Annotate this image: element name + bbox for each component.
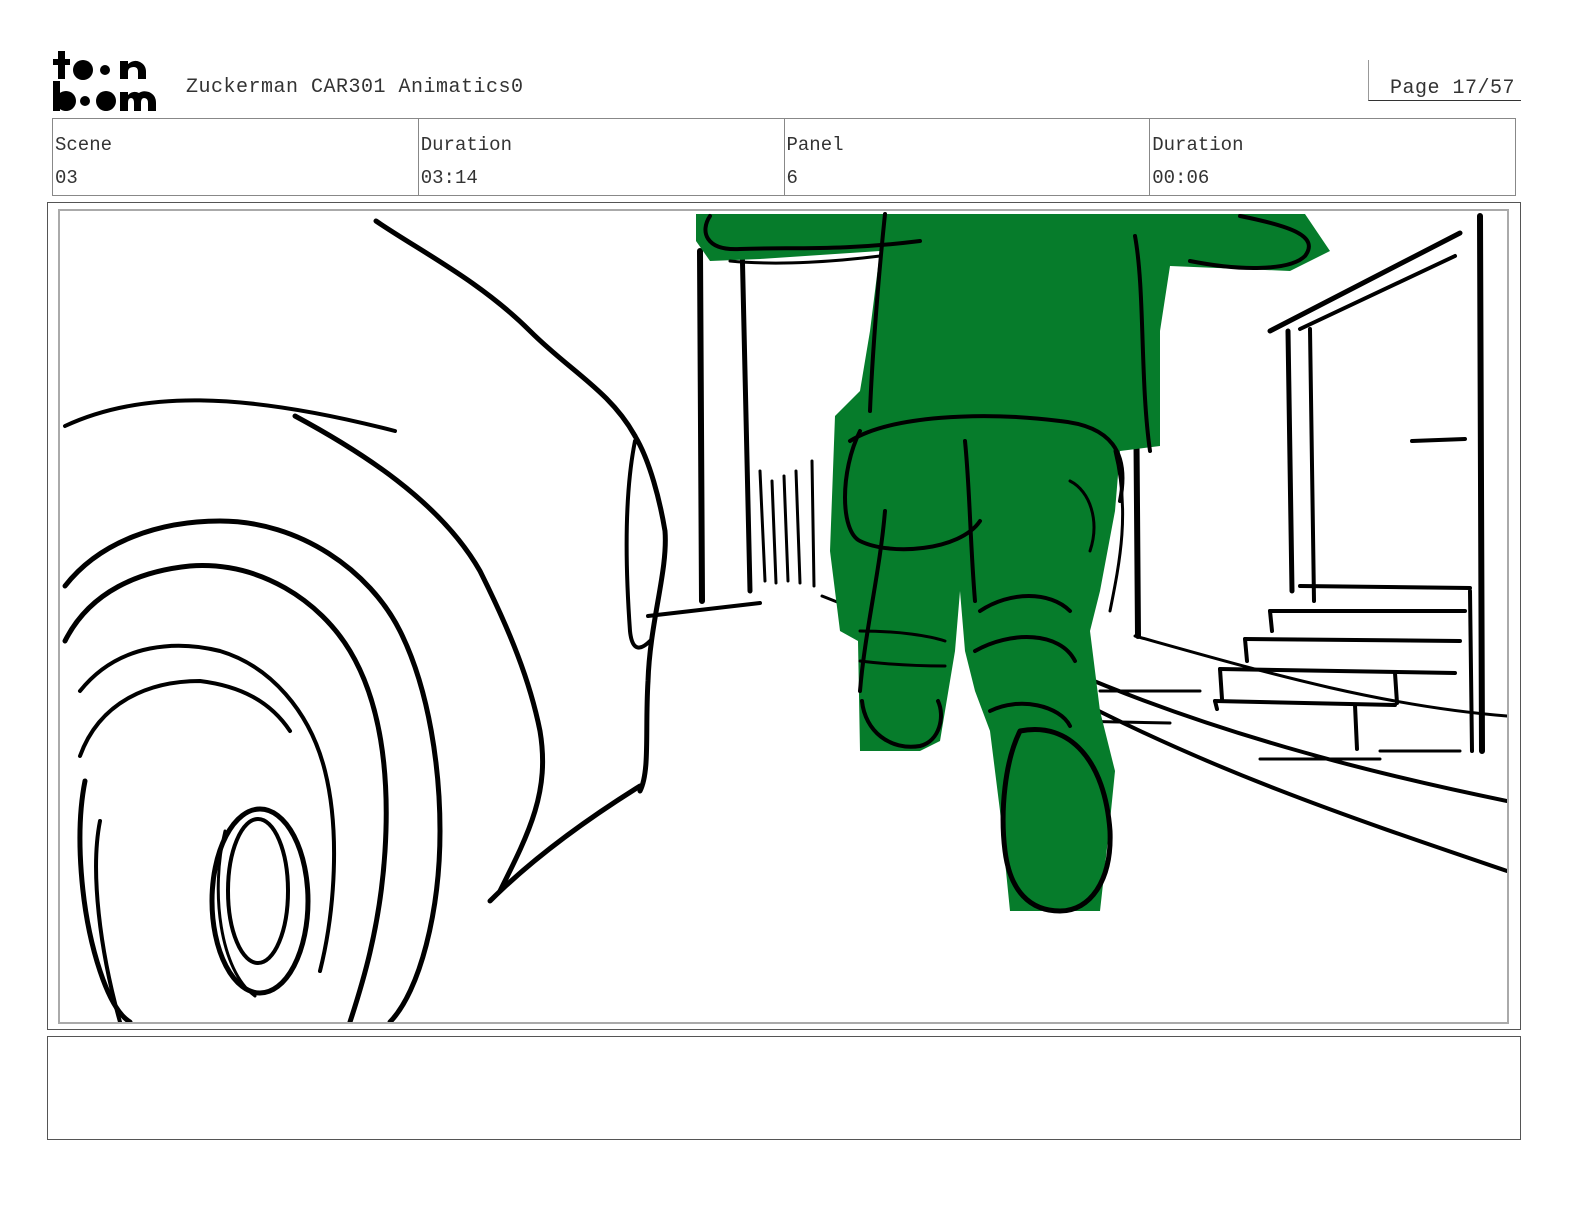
panel-duration-label: Duration	[1152, 134, 1244, 156]
panel-sketch	[62, 212, 1507, 1022]
scene-info-table: Scene 03 Duration 03:14 Panel 6 Duration…	[52, 118, 1516, 196]
page-number: Page 17/57	[1389, 77, 1515, 100]
page-indicator: Page 17/57	[1368, 60, 1521, 101]
scene-label: Scene	[55, 134, 113, 156]
panel-duration-value: 00:06	[1152, 167, 1210, 189]
scene-duration-label: Duration	[420, 134, 512, 156]
scene-value: 03	[55, 167, 78, 189]
panel-label: Panel	[786, 134, 844, 156]
panel-value: 6	[786, 167, 798, 189]
document-title: Zuckerman CAR301 Animatics0	[186, 76, 524, 99]
scene-cell: Scene 03	[53, 119, 419, 195]
storyboard-panel-image	[58, 209, 1509, 1024]
toonboom-logo	[50, 48, 166, 114]
panel-cell: Panel 6	[785, 119, 1151, 195]
panel-duration-cell: Duration 00:06	[1150, 119, 1515, 195]
scene-duration-cell: Duration 03:14	[419, 119, 785, 195]
action-notes-box	[47, 1036, 1521, 1140]
scene-duration-value: 03:14	[420, 167, 478, 189]
